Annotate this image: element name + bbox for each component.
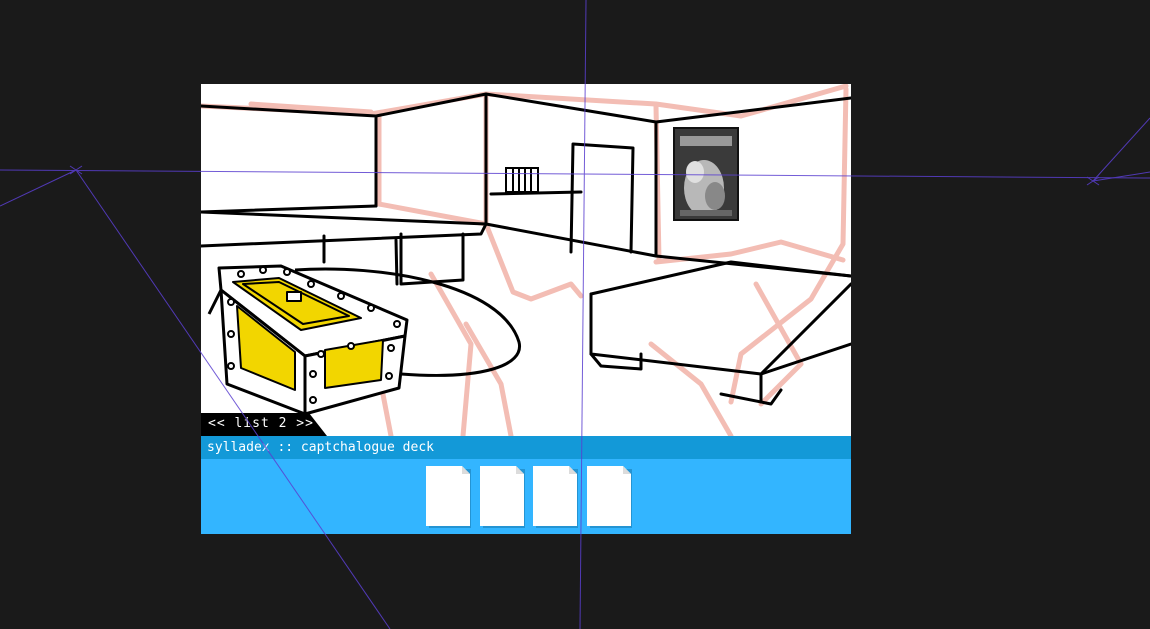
room-viewport	[201, 84, 851, 436]
empty-card-icon[interactable]	[587, 466, 632, 528]
bedroom-scene	[201, 84, 851, 436]
sylladex-header: sylladex :: captchalogue deck	[201, 436, 851, 459]
list-nav-label[interactable]: << list 2 >>	[208, 416, 314, 431]
empty-card-icon[interactable]	[533, 466, 578, 528]
list-navigation-tab: << list 2 >>	[201, 413, 327, 436]
treasure-chest-icon	[207, 264, 409, 416]
empty-card-icon[interactable]	[480, 466, 525, 528]
movie-poster-icon	[673, 127, 739, 221]
empty-card-icon[interactable]	[426, 466, 471, 528]
sylladex-panel: sylladex :: captchalogue deck	[201, 436, 851, 534]
